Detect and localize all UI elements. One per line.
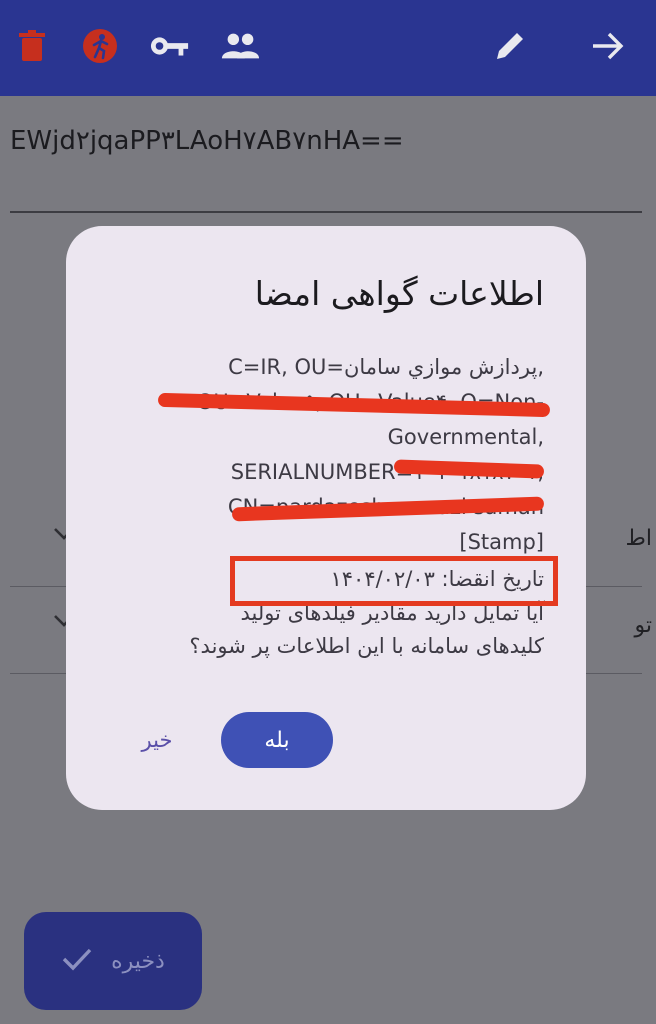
key-icon[interactable] [150, 26, 190, 66]
people-icon[interactable] [220, 26, 260, 66]
save-button[interactable]: ذخیره [24, 912, 202, 1010]
list-item-label: اط [625, 526, 652, 551]
signature-field-value: EWjd۲jqaPP۳LAoH۷AB۷nHA== [10, 126, 404, 156]
pencil-icon[interactable] [490, 26, 530, 66]
certificate-subject-line: C=IR, OU=پردازش موازي سامان, [228, 355, 544, 379]
trash-icon[interactable] [12, 26, 52, 66]
exit-run-icon[interactable] [80, 26, 120, 66]
arrow-forward-icon[interactable] [588, 26, 628, 66]
no-button[interactable]: خیر [132, 724, 182, 756]
dialog-title: اطلاعات گواهی امضا [254, 274, 544, 313]
app-bar [0, 0, 656, 96]
certificate-subject-line: [Stamp] [459, 530, 544, 554]
expiry-highlight-box [230, 556, 558, 606]
field-underline [10, 211, 642, 213]
certificate-subject-line: Governmental, [387, 425, 544, 449]
yes-button[interactable]: بله [221, 712, 333, 768]
save-button-label: ذخیره [111, 948, 165, 974]
list-item-label: تو [634, 613, 653, 638]
check-icon [61, 947, 93, 975]
dialog-question: آیا تمایل دارید مقادیر فیلدهای تولید کلی… [189, 601, 544, 658]
